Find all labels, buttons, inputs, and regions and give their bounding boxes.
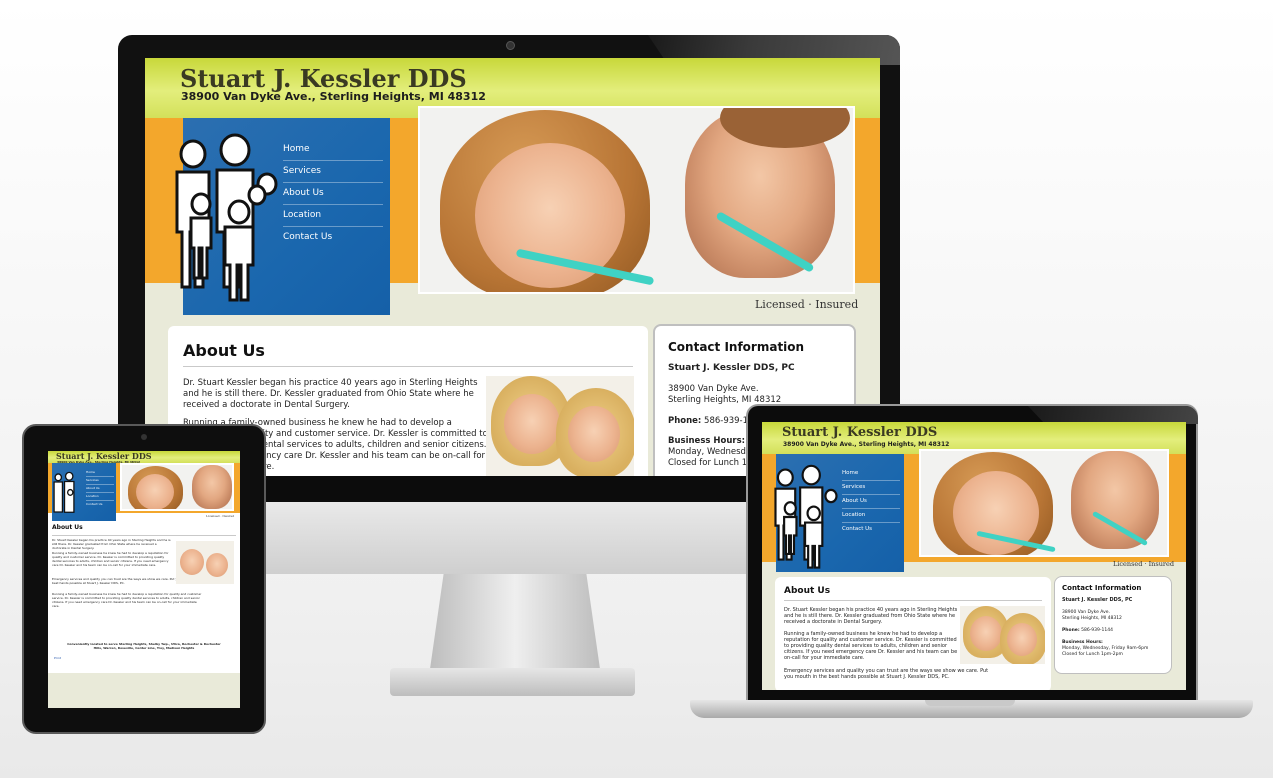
laptop-kids-photo bbox=[960, 606, 1045, 664]
nav-home[interactable]: Home bbox=[283, 140, 383, 161]
nav-about-us[interactable]: About Us bbox=[283, 183, 383, 205]
contact-street: 38900 Van Dyke Ave. bbox=[668, 384, 759, 394]
contact-name: Stuart J. Kessler DDS, PC bbox=[668, 363, 795, 373]
tablet-nav-services[interactable]: Services bbox=[86, 477, 114, 485]
tablet-hero-image bbox=[120, 463, 234, 511]
laptop-nav-contact[interactable]: Contact Us bbox=[842, 523, 900, 536]
laptop-contact-street: 38900 Van Dyke Ave. bbox=[1062, 610, 1110, 615]
laptop-about-panel: About Us Dr. Stuart Kessler began his pr… bbox=[775, 577, 1051, 690]
tablet-kids-photo bbox=[176, 541, 234, 584]
tablet-footer: Conveniently located to serve Sterling H… bbox=[67, 642, 221, 650]
laptop-site: Stuart J. Kessler DDS 38900 Van Dyke Ave… bbox=[762, 422, 1186, 690]
tablet-about-p2: Running a family-owned business he knew … bbox=[52, 551, 169, 567]
laptop-about-p1: Dr. Stuart Kessler began his practice 40… bbox=[784, 607, 958, 625]
contact-heading: Contact Information bbox=[668, 340, 805, 354]
laptop-phone-label: Phone: bbox=[1062, 628, 1080, 633]
site-nav: Home Services About Us Location Contact … bbox=[175, 118, 390, 315]
tablet-nav-location[interactable]: Location bbox=[86, 493, 114, 501]
tablet-site: Stuart J. Kessler DDS 38900 Van Dyke Ave… bbox=[48, 451, 240, 708]
site-title: Stuart J. Kessler DDS bbox=[180, 64, 467, 93]
nav-services[interactable]: Services bbox=[283, 161, 383, 183]
laptop-site-title: Stuart J. Kessler DDS bbox=[782, 425, 938, 440]
tablet-nav-home[interactable]: Home bbox=[86, 469, 114, 477]
about-heading: About Us bbox=[183, 341, 265, 360]
laptop-about-p3: Emergency services and quality you can t… bbox=[784, 668, 989, 680]
laptop-contact-panel: Contact Information Stuart J. Kessler DD… bbox=[1054, 576, 1172, 674]
laptop-contact-name: Stuart J. Kessler DDS, PC bbox=[1062, 597, 1133, 603]
laptop-contact-phone: 586-939-1144 bbox=[1081, 628, 1113, 633]
laptop-nav-location[interactable]: Location bbox=[842, 509, 900, 523]
phone-label: Phone: bbox=[668, 416, 702, 426]
laptop-nav-services[interactable]: Services bbox=[842, 481, 900, 495]
tablet-camera-icon bbox=[141, 434, 147, 440]
tablet-nav-contact[interactable]: Contact Us bbox=[86, 501, 114, 508]
laptop-hero-image bbox=[919, 449, 1169, 557]
laptop-licensed: Licensed · Insured bbox=[1113, 560, 1175, 568]
tablet-print-link[interactable]: Print bbox=[54, 656, 61, 660]
monitor-stand bbox=[430, 574, 600, 669]
laptop-nav-about[interactable]: About Us bbox=[842, 495, 900, 509]
tablet-nav-about[interactable]: About Us bbox=[86, 485, 114, 493]
laptop-device: Stuart J. Kessler DDS 38900 Van Dyke Ave… bbox=[746, 404, 1198, 700]
family-logo-icon bbox=[175, 133, 278, 302]
camera-icon bbox=[506, 41, 515, 50]
laptop-nav-home[interactable]: Home bbox=[842, 468, 900, 481]
site-address: 38900 Van Dyke Ave., Sterling Heights, M… bbox=[181, 90, 486, 103]
tablet-family-logo-icon bbox=[53, 471, 75, 513]
nav-contact-us[interactable]: Contact Us bbox=[283, 227, 383, 248]
laptop-contact-heading: Contact Information bbox=[1062, 584, 1142, 592]
kids-photo bbox=[486, 376, 634, 476]
laptop-contact-city: Sterling Heights, MI 48312 bbox=[1062, 616, 1122, 621]
tablet-about-heading: About Us bbox=[52, 524, 83, 531]
laptop-about-heading: About Us bbox=[784, 586, 831, 596]
hero-image bbox=[418, 106, 855, 294]
tablet-about-p1: Dr. Stuart Kessler began his practice 40… bbox=[52, 538, 171, 550]
laptop-about-p2: Running a family-owned business he knew … bbox=[784, 631, 958, 661]
tablet-licensed: Licensed · Insured bbox=[206, 514, 235, 518]
licensed-insured: Licensed · Insured bbox=[755, 298, 859, 311]
hours-label: Business Hours: bbox=[668, 436, 746, 446]
laptop-nav: Home Services About Us Location Contact … bbox=[774, 454, 904, 572]
tablet-device: Stuart J. Kessler DDS 38900 Van Dyke Ave… bbox=[22, 424, 266, 734]
laptop-site-address: 38900 Van Dyke Ave., Sterling Heights, M… bbox=[783, 441, 950, 448]
nav-location[interactable]: Location bbox=[283, 205, 383, 227]
laptop-contact-hours: Monday, Wednesday, Friday 9am-6pm bbox=[1062, 646, 1149, 651]
about-paragraph-1: Dr. Stuart Kessler began his practice 40… bbox=[183, 378, 478, 410]
tablet-nav: Home Services About Us Location Contact … bbox=[52, 463, 116, 521]
laptop-hours-label: Business Hours: bbox=[1062, 640, 1103, 645]
laptop-family-logo-icon bbox=[774, 464, 838, 569]
tablet-about-p4: Running a family-owned business he knew … bbox=[52, 592, 202, 608]
laptop-contact-lunch: Closed for Lunch 1pm-2pm bbox=[1062, 652, 1123, 657]
